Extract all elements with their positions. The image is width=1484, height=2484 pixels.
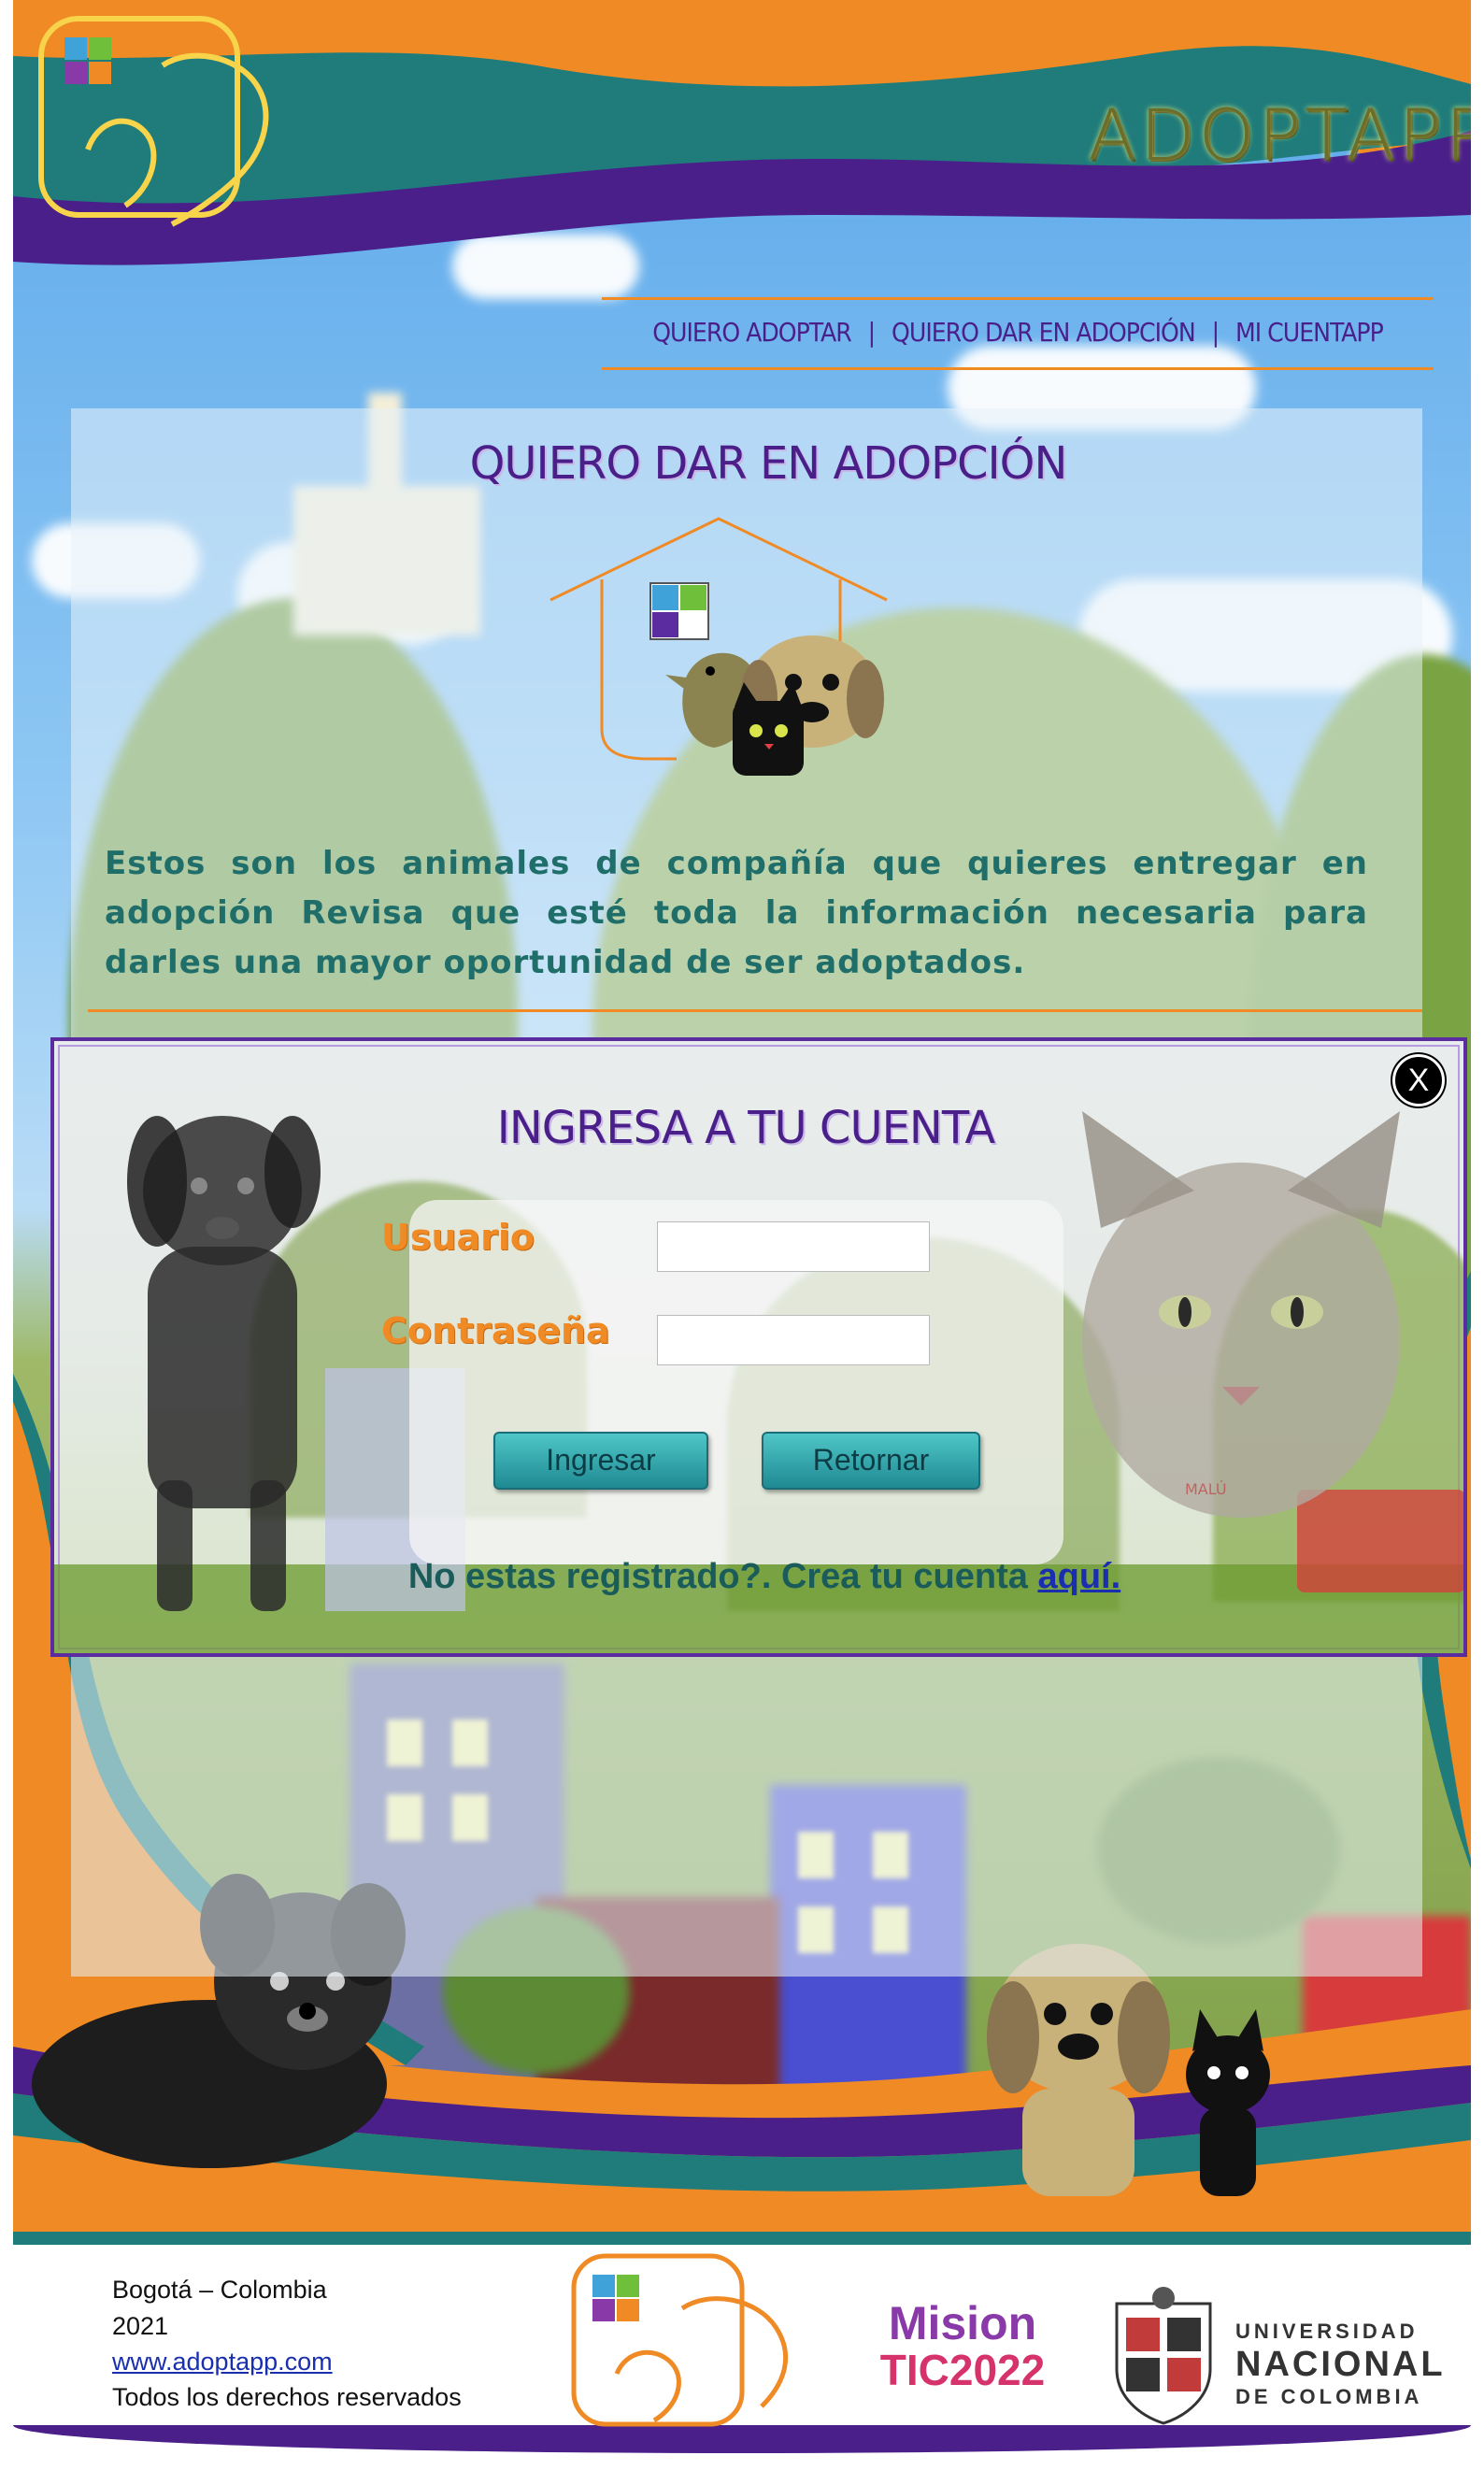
section-divider [88, 1009, 1422, 1012]
return-button[interactable]: Retornar [762, 1432, 980, 1490]
user-input[interactable] [657, 1221, 930, 1272]
brand-name: ADOPTAPP [1088, 93, 1471, 177]
section-description: Estos son los animales de compañía que q… [105, 845, 1368, 981]
nav-row: QUIERO ADOPTAR | QUIERO DAR EN ADOPCIÓN … [602, 317, 1434, 348]
footer: Bogotá – Colombia 2021 www.adoptapp.com … [0, 2196, 1484, 2484]
nav-item-mi-cuentapp[interactable]: MI CUENTAPP [1235, 317, 1384, 348]
user-label: Usuario [381, 1217, 535, 1258]
mision-tic-logo: Mision TIC2022 [864, 2299, 1061, 2392]
cat-collar-tag: MALÚ [1185, 1480, 1227, 1498]
university-line1: UNIVERSIDAD [1235, 2320, 1419, 2343]
footer-website-link[interactable]: www.adoptapp.com [112, 2348, 333, 2377]
password-input[interactable] [657, 1315, 930, 1365]
adoptapp-logo [38, 16, 269, 227]
footer-city: Bogotá – Colombia [112, 2276, 327, 2304]
login-title: INGRESA A TU CUENTA [496, 1102, 996, 1154]
login-modal: MALÚ INGRESA A TU CUENTA X Usuario Contr… [50, 1037, 1467, 1657]
mision-tic-line1: Mision [888, 2297, 1037, 2349]
footer-band-teal [13, 2232, 1471, 2245]
register-text: No estas registrado?. Crea tu cuenta [407, 1557, 1038, 1596]
register-prompt: No estas registrado?. Crea tu cuenta aqu… [344, 1557, 1185, 1597]
register-link[interactable]: aquí. [1037, 1557, 1120, 1596]
nav-item-quiero-dar-en-adopcion[interactable]: QUIERO DAR EN ADOPCIÓN [892, 317, 1196, 348]
main-nav: QUIERO ADOPTAR | QUIERO DAR EN ADOPCIÓN … [602, 297, 1434, 370]
university-line2: NACIONAL [1235, 2345, 1446, 2384]
password-label: Contraseña [381, 1310, 610, 1351]
university-name: UNIVERSIDAD NACIONAL DE COLOMBIA [1235, 2320, 1446, 2409]
cat-photo [1082, 1111, 1400, 1518]
mision-tic-line2: TIC2022 [879, 2346, 1046, 2394]
nav-separator: | [1211, 317, 1220, 348]
nav-item-quiero-adoptar[interactable]: QUIERO ADOPTAR [652, 317, 852, 348]
close-button[interactable]: X [1392, 1054, 1445, 1106]
footer-band-top [13, 2196, 1471, 2232]
nav-separator: | [867, 317, 876, 348]
page-background: ADOPTAPP QUIERO ADOPTAR | QUIERO DAR EN … [13, 0, 1471, 2196]
university-shield-icon [1115, 2287, 1212, 2425]
university-line3: DE COLOMBIA [1235, 2385, 1423, 2408]
footer-year: 2021 [112, 2312, 169, 2340]
footer-adoptapp-logo [571, 2253, 789, 2427]
footer-rights: Todos los derechos reservados [112, 2383, 462, 2411]
login-button[interactable]: Ingresar [493, 1432, 708, 1490]
section-title: QUIERO DAR EN ADOPCIÓN [469, 437, 1068, 490]
house-pets-icon [549, 517, 888, 776]
dog-photo [127, 1116, 321, 1611]
